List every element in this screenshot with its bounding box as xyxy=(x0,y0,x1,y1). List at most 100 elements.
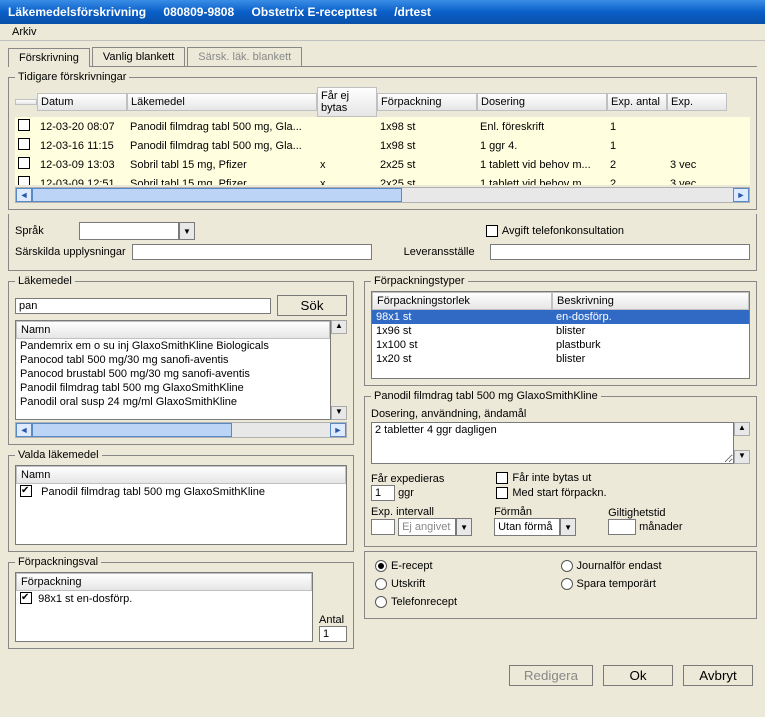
mid-options: Språk ▼ Avgift telefonkonsultation Särsk… xyxy=(8,214,757,271)
tab-vanlig-blankett[interactable]: Vanlig blankett xyxy=(92,47,185,66)
valda-checkbox[interactable] xyxy=(20,485,32,497)
far-exp-input[interactable] xyxy=(371,485,395,501)
list-item[interactable]: Panocod tabl 500 mg/30 mg sanofi-aventis xyxy=(16,353,330,367)
list-item[interactable]: Panodil filmdrag tabl 500 mg GlaxoSmithK… xyxy=(16,381,330,395)
pkg-col-beskrivning[interactable]: Beskrivning xyxy=(552,292,749,310)
lakemedel-legend: Läkemedel xyxy=(15,275,75,287)
e-recept-radio[interactable] xyxy=(375,560,387,572)
tabs: Förskrivning Vanlig blankett Särsk. läk.… xyxy=(8,47,757,67)
col-forpackning[interactable]: Förpackning xyxy=(377,93,477,111)
list-item[interactable]: Panodil filmdrag tabl 500 mg GlaxoSmithK… xyxy=(16,484,346,499)
scroll-right-icon[interactable]: ► xyxy=(733,188,749,202)
col-datum[interactable]: Datum xyxy=(37,93,127,111)
row-checkbox[interactable] xyxy=(18,157,30,169)
exp-intervall-label: Exp. intervall xyxy=(371,506,472,518)
lakemedel-list[interactable]: Namn Pandemrix em o su inj GlaxoSmithKli… xyxy=(15,320,331,420)
tab-forskrivning[interactable]: Förskrivning xyxy=(8,48,90,67)
leverans-input[interactable] xyxy=(490,244,750,260)
forpval-checkbox[interactable] xyxy=(20,592,32,604)
utskrift-radio[interactable] xyxy=(375,578,387,590)
menu-arkiv[interactable]: Arkiv xyxy=(6,24,42,40)
valda-col-namn[interactable]: Namn xyxy=(16,466,346,484)
table-row[interactable]: 12-03-09 13:03 Sobril tabl 15 mg, Pfizer… xyxy=(15,155,750,174)
chevron-down-icon[interactable]: ▼ xyxy=(560,518,576,536)
detail-box: Panodil filmdrag tabl 500 mg GlaxoSmithK… xyxy=(364,390,757,547)
hscrollbar[interactable]: ◄ ► xyxy=(15,422,347,438)
far-inte-bytas-checkbox[interactable] xyxy=(496,472,508,484)
forpval-legend: Förpackningsval xyxy=(15,556,101,568)
list-item[interactable]: Pandemrix em o su inj GlaxoSmithKline Bi… xyxy=(16,339,330,353)
ggr-label: ggr xyxy=(398,487,414,499)
scroll-thumb[interactable] xyxy=(32,423,232,437)
manader-label: månader xyxy=(639,521,682,533)
far-exp-label: Får expedieras xyxy=(371,473,444,485)
antal-input[interactable] xyxy=(319,626,347,642)
col-exp-antal[interactable]: Exp. antal xyxy=(607,93,667,111)
scroll-up-icon[interactable]: ▲ xyxy=(331,320,347,334)
forpval-col[interactable]: Förpackning xyxy=(16,573,312,591)
utskrift-label: Utskrift xyxy=(391,578,425,590)
table-row[interactable]: 12-03-09 12:51 Sobril tabl 15 mg, Pfizer… xyxy=(15,174,750,185)
sarskilda-input[interactable] xyxy=(132,244,372,260)
lakemedel-search-input[interactable] xyxy=(15,298,271,314)
col-dosering[interactable]: Dosering xyxy=(477,93,607,111)
scroll-right-icon[interactable]: ► xyxy=(330,423,346,437)
destination-box: E-recept Journalför endast Utskrift Spar… xyxy=(364,551,757,619)
sprak-label: Språk xyxy=(15,225,73,237)
avbryt-button[interactable]: Avbryt xyxy=(683,665,753,686)
list-item[interactable]: Panocod brustabl 500 mg/30 mg sanofi-ave… xyxy=(16,367,330,381)
row-checkbox[interactable] xyxy=(18,119,30,131)
forpval-list[interactable]: Förpackning 98x1 st en-dosförp. xyxy=(15,572,313,642)
journalfor-radio[interactable] xyxy=(561,560,573,572)
exp-intervall-input[interactable] xyxy=(371,519,395,535)
list-item[interactable]: 98x1 st en-dosförp. xyxy=(16,591,312,606)
chevron-down-icon[interactable]: ▼ xyxy=(179,222,195,240)
hscrollbar[interactable]: ◄ ► xyxy=(15,187,750,203)
scroll-up-icon[interactable]: ▲ xyxy=(734,422,750,436)
prev-table-body[interactable]: 12-03-20 08:07 Panodil filmdrag tabl 500… xyxy=(15,117,750,185)
col-exp[interactable]: Exp. xyxy=(667,93,727,111)
pkg-col-storlek[interactable]: Förpackningstorlek xyxy=(372,292,552,310)
vscrollbar[interactable]: ▲ ▼ xyxy=(734,422,750,464)
scroll-thumb[interactable] xyxy=(32,188,402,202)
avgift-checkbox[interactable] xyxy=(486,225,498,237)
scroll-down-icon[interactable]: ▼ xyxy=(734,450,750,464)
spara-label: Spara temporärt xyxy=(577,578,656,590)
forpackningsval-box: Förpackningsval Förpackning 98x1 st en-d… xyxy=(8,556,354,649)
list-item[interactable]: Panodil oral susp 24 mg/ml GlaxoSmithKli… xyxy=(16,395,330,409)
telefon-label: Telefonrecept xyxy=(391,596,457,608)
valda-lakemedel-box: Valda läkemedel Namn Panodil filmdrag ta… xyxy=(8,449,354,552)
table-row[interactable]: 12-03-20 08:07 Panodil filmdrag tabl 500… xyxy=(15,117,750,136)
list-item[interactable]: 1x96 stblister xyxy=(372,324,749,338)
forman-select[interactable] xyxy=(494,518,560,536)
ok-button[interactable]: Ok xyxy=(603,665,673,686)
chevron-down-icon[interactable]: ▼ xyxy=(456,518,472,536)
giltighet-label: Giltighetstid xyxy=(608,507,682,519)
sarskilda-label: Särskilda upplysningar xyxy=(15,246,126,258)
col-far-ej-bytas[interactable]: Får ej bytas xyxy=(317,87,377,117)
pkg-legend: Förpackningstyper xyxy=(371,275,468,287)
scroll-down-icon[interactable]: ▼ xyxy=(331,406,347,420)
scroll-left-icon[interactable]: ◄ xyxy=(16,423,32,437)
valda-list[interactable]: Namn Panodil filmdrag tabl 500 mg GlaxoS… xyxy=(15,465,347,545)
list-item[interactable]: 98x1 sten-dosförp. xyxy=(372,310,749,324)
sprak-select[interactable] xyxy=(79,222,179,240)
lakemedel-col-namn[interactable]: Namn xyxy=(16,321,330,339)
pkg-list[interactable]: Förpackningstorlek Beskrivning 98x1 sten… xyxy=(371,291,750,379)
col-lakemedel[interactable]: Läkemedel xyxy=(127,93,317,111)
scroll-left-icon[interactable]: ◄ xyxy=(16,188,32,202)
spara-radio[interactable] xyxy=(561,578,573,590)
list-item[interactable]: 1x100 stplastburk xyxy=(372,338,749,352)
vscrollbar[interactable]: ▲ ▼ xyxy=(331,320,347,420)
exp-intervall-unit[interactable] xyxy=(398,518,456,536)
row-checkbox[interactable] xyxy=(18,138,30,150)
menubar: Arkiv xyxy=(0,24,765,41)
telefon-radio[interactable] xyxy=(375,596,387,608)
giltighet-input[interactable] xyxy=(608,519,636,535)
row-checkbox[interactable] xyxy=(18,176,30,185)
list-item[interactable]: 1x20 stblister xyxy=(372,352,749,366)
dosering-textarea[interactable] xyxy=(371,422,734,464)
sok-button[interactable]: Sök xyxy=(277,295,347,316)
med-start-checkbox[interactable] xyxy=(496,487,508,499)
table-row[interactable]: 12-03-16 11:15 Panodil filmdrag tabl 500… xyxy=(15,136,750,155)
